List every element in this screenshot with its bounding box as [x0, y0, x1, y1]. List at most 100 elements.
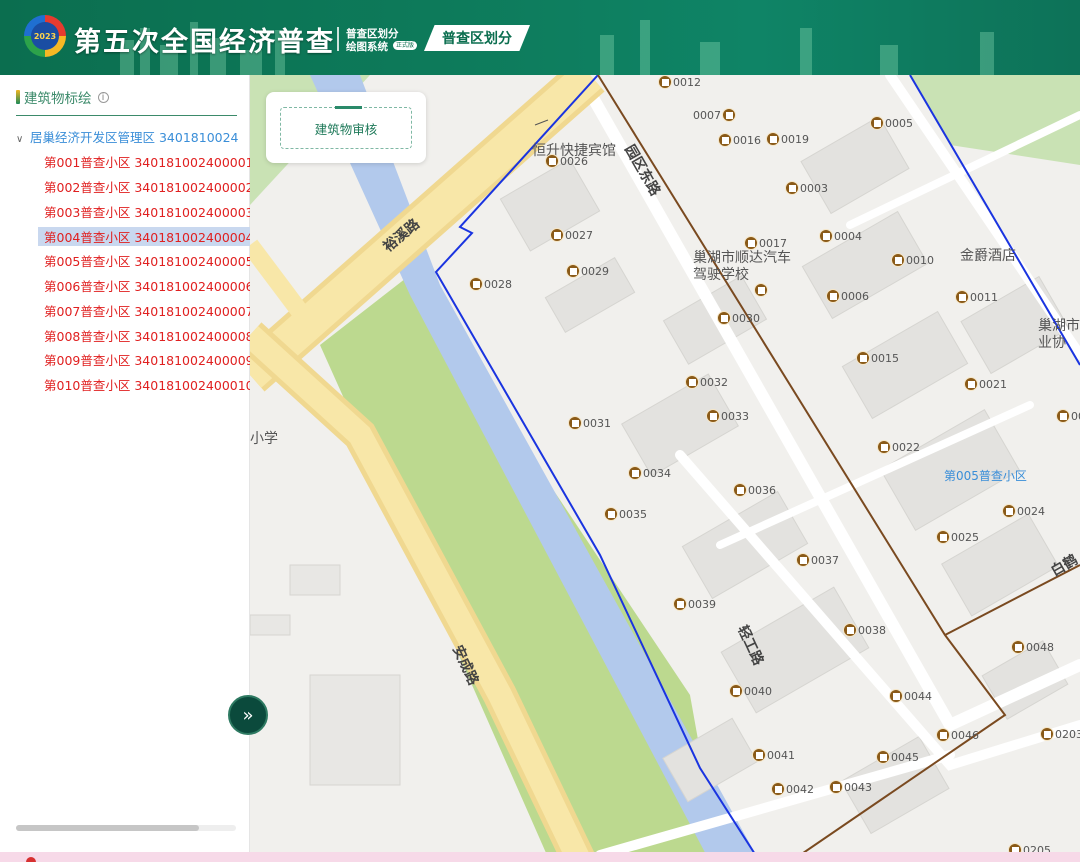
building-marker[interactable]: 0006	[826, 289, 869, 303]
poi-industry-assoc[interactable]: 巢湖市行业协	[1038, 318, 1080, 352]
building-marker[interactable]: 0001	[1056, 409, 1080, 423]
building-marker[interactable]: 0025	[936, 530, 979, 544]
double-chevron-right-icon: »	[242, 704, 254, 726]
building-marker[interactable]: 0010	[891, 253, 934, 267]
tree-item-008[interactable]: 第008普查小区 340181002400008	[44, 326, 254, 345]
building-marker[interactable]: 0012	[658, 75, 701, 89]
status-dot-icon	[26, 857, 36, 862]
building-marker[interactable]: 0044	[889, 689, 932, 703]
review-panel: 建筑物审核	[266, 92, 426, 163]
app-window: 2023 第五次全国经济普查 普查区划分 绘图系统 正式版 普查区划分 建筑物标…	[0, 0, 1080, 862]
tree-item-005[interactable]: 第005普查小区 340181002400005	[44, 251, 254, 270]
building-marker[interactable]: 0033	[706, 409, 749, 423]
tree-item-007[interactable]: 第007普查小区 340181002400007	[44, 301, 254, 320]
version-badge: 正式版	[393, 41, 418, 50]
tree-root-district[interactable]: ∨ 居巢经济开发区管理区 3401810024	[16, 127, 238, 146]
building-icon	[796, 553, 810, 567]
building-icon	[829, 780, 843, 794]
building-marker[interactable]: 0028	[469, 277, 512, 291]
building-icon	[771, 782, 785, 796]
building-marker[interactable]: 0032	[685, 375, 728, 389]
building-icon	[876, 750, 890, 764]
building-marker[interactable]: 0041	[752, 748, 795, 762]
building-icon	[550, 228, 564, 242]
building-marker[interactable]	[754, 283, 768, 297]
tree-item-001[interactable]: 第001普查小区 340181002400001	[44, 152, 254, 171]
building-marker[interactable]: 0015	[856, 351, 899, 365]
scrollbar-thumb[interactable]	[16, 825, 199, 831]
building-marker[interactable]: 0005	[870, 116, 913, 130]
building-marker[interactable]: 0017	[744, 236, 787, 250]
building-icon	[766, 132, 780, 146]
building-marker[interactable]: 0027	[550, 228, 593, 242]
building-icon	[1002, 504, 1016, 518]
building-marker[interactable]: 0046	[936, 728, 979, 742]
tree-item-004[interactable]: 第004普查小区 340181002400004	[38, 227, 260, 246]
building-icon	[604, 507, 618, 521]
tree-item-003[interactable]: 第003普查小区 340181002400003	[44, 202, 254, 221]
building-icon	[936, 728, 950, 742]
poi-driving-school[interactable]: 巢湖市顺达汽车驾驶学校	[693, 250, 803, 284]
poi-school[interactable]: 小学	[250, 431, 278, 448]
tree-item-010[interactable]: 第010普查小区 340181002400010	[44, 375, 254, 394]
building-marker[interactable]: 0030	[717, 311, 760, 325]
building-icon	[718, 133, 732, 147]
collapse-sidebar-button[interactable]: »	[228, 695, 268, 735]
building-marker[interactable]: 0021	[964, 377, 1007, 391]
sidebar-title: 建筑物标绘 i	[16, 87, 109, 107]
building-marker[interactable]: 0029	[566, 264, 609, 278]
building-icon	[1011, 640, 1025, 654]
building-marker[interactable]: 0031	[568, 416, 611, 430]
building-marker[interactable]: 0024	[1002, 504, 1045, 518]
tree-item-002[interactable]: 第002普查小区 340181002400002	[44, 177, 254, 196]
building-icon	[1040, 727, 1054, 741]
building-marker[interactable]: 0007	[693, 108, 736, 122]
building-icon	[673, 597, 687, 611]
building-marker[interactable]: 0037	[796, 553, 839, 567]
building-marker[interactable]: 0038	[843, 623, 886, 637]
building-icon	[545, 154, 559, 168]
building-marker[interactable]: 0034	[628, 466, 671, 480]
building-marker[interactable]: 0040	[729, 684, 772, 698]
building-marker[interactable]: 0045	[876, 750, 919, 764]
building-marker[interactable]: 0022	[877, 440, 920, 454]
building-icon	[843, 623, 857, 637]
tree-item-009[interactable]: 第009普查小区 340181002400009	[44, 350, 254, 369]
building-icon	[826, 289, 840, 303]
building-marker[interactable]: 0035	[604, 507, 647, 521]
app-title: 第五次全国经济普查	[74, 27, 335, 58]
building-icon	[722, 108, 736, 122]
building-marker[interactable]: 0016	[718, 133, 761, 147]
building-marker[interactable]: 0004	[819, 229, 862, 243]
building-icon	[754, 283, 768, 297]
building-icon	[964, 377, 978, 391]
building-icon	[717, 311, 731, 325]
building-icon	[819, 229, 833, 243]
poi-jinjue-hotel[interactable]: 金爵酒店	[960, 248, 1016, 265]
building-marker[interactable]: 0042	[771, 782, 814, 796]
chevron-down-icon[interactable]: ∨	[16, 134, 30, 145]
building-icon	[870, 116, 884, 130]
building-marker[interactable]: 0048	[1011, 640, 1054, 654]
building-icon	[752, 748, 766, 762]
building-icon	[856, 351, 870, 365]
building-marker[interactable]: 0203	[1040, 727, 1080, 741]
tree-item-006[interactable]: 第006普查小区 340181002400006	[44, 276, 254, 295]
building-icon	[785, 181, 799, 195]
building-marker[interactable]: 0039	[673, 597, 716, 611]
tab-area-division[interactable]: 普查区划分	[424, 25, 530, 51]
building-marker[interactable]: 0043	[829, 780, 872, 794]
building-marker[interactable]: 0019	[766, 132, 809, 146]
info-icon[interactable]: i	[97, 91, 109, 103]
building-review-button[interactable]: 建筑物审核	[280, 107, 412, 149]
building-icon	[658, 75, 672, 89]
building-marker[interactable]: 0011	[955, 290, 998, 304]
building-marker[interactable]: 0026	[545, 154, 588, 168]
map-canvas[interactable]: 裕溪路 安成路 轻工路 园区东路 白鹤 恒升快捷宾馆 巢湖市顺达汽车驾驶学校 金…	[250, 75, 1080, 862]
bottom-status-bar	[0, 852, 1080, 862]
horizontal-scrollbar[interactable]	[16, 825, 236, 831]
building-icon	[744, 236, 758, 250]
building-marker[interactable]: 0036	[733, 483, 776, 497]
building-marker[interactable]: 0003	[785, 181, 828, 195]
sidebar-divider	[16, 115, 237, 116]
